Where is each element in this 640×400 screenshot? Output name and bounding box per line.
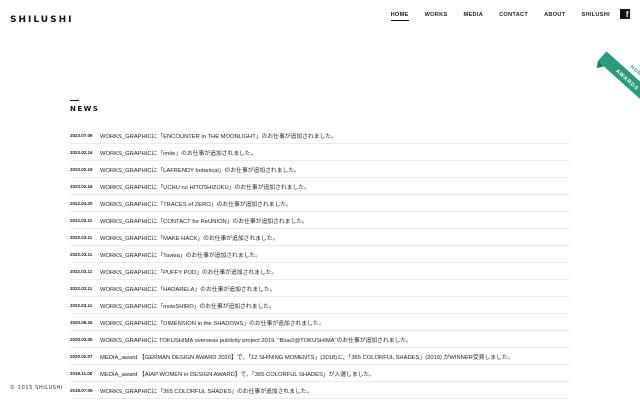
news-item[interactable]: 2022.03.11 WORKS_GRAPHICに「PUFFY POD」のお仕事が… (70, 263, 570, 280)
news-item[interactable]: 2023.02.16 WORKS_GRAPHICに「imite」のお仕事が追加され… (70, 144, 570, 161)
news-date: 2022.04.20 (70, 200, 93, 206)
news-item[interactable]: 2022.03.11 WORKS_GRAPHICに「Taviea」のお仕事が追加さ… (70, 246, 570, 263)
news-text: WORKS_GRAPHICに「UCHU no HITOSHIZUKU」のお仕事が… (100, 184, 310, 191)
news-item[interactable]: 2022.03.11 WORKS_GRAPHICに「HADARELA」のお仕事が追… (70, 280, 570, 297)
news-item[interactable]: 2020.02.07 MEDIA_award 【GERMAN DESIGN AWA… (70, 348, 570, 365)
news-text: WORKS_GRAPHICに「imite」のお仕事が追加されました。 (100, 150, 257, 157)
news-date: 2022.03.11 (70, 285, 93, 291)
news-text: WORKS_GRAPHICに「TRACES of ZERO」のお仕事が追加されま… (100, 201, 292, 208)
nav-item-shilushi[interactable]: SHILUSHI (581, 12, 610, 21)
news-item[interactable]: 2019.07.09 WORKS_GRAPHICに「365 COLORFUL SH… (70, 382, 570, 399)
news-text: WORKS_GRAPHICに「ENCOUNTER in THE MOONLIGH… (100, 133, 337, 140)
ribbon-band (597, 51, 640, 108)
news-item[interactable]: 2022.04.20 WORKS_GRAPHICに「TRACES of ZERO」… (70, 195, 570, 212)
news-date: 2020.02.07 (70, 353, 93, 359)
news-text: MEDIA_award 【AIAP WOMEN in DESIGN AWARD】… (100, 371, 376, 378)
news-text: MEDIA_award 【GERMAN DESIGN AWARD 2020】で、… (100, 354, 514, 361)
news-date: 2023.02.16 (70, 166, 93, 172)
news-text: WORKS_GRAPHICに「mowSHIRO」のお仕事が追加されました。 (100, 303, 275, 310)
news-text: WORKS_GRAPHICに「HADARELA」のお仕事が追加されました。 (100, 286, 276, 293)
news-text: WORKS_GRAPHICに「PUFFY POD」のお仕事が追加されました。 (100, 269, 278, 276)
news-date: 2022.03.11 (70, 268, 93, 274)
site-logo[interactable]: SHILUSHI (10, 15, 73, 25)
nav-item-media[interactable]: MEDIA (464, 12, 484, 21)
news-item[interactable]: 2023.02.16 WORKS_GRAPHICに「LAFRENDY botani… (70, 161, 570, 178)
nav-item-about[interactable]: ABOUT (544, 12, 565, 21)
news-date: 2022.03.11 (70, 234, 93, 240)
news-text: WORKS_GRAPHICに「Taviea」のお仕事が追加されました。 (100, 252, 262, 259)
news-item[interactable]: 2023.07.06 WORKS_GRAPHICに「ENCOUNTER in TH… (70, 127, 570, 144)
main-navigation: HOME WORKS MEDIA CONTACT ABOUT SHILUSHI (375, 12, 610, 21)
copyright: © 2015 SHILUSHI (10, 385, 63, 391)
news-date: 2019.07.09 (70, 387, 93, 393)
news-date: 2019.11.08 (70, 370, 93, 376)
nav-item-home[interactable]: HOME (390, 12, 409, 21)
news-item[interactable]: 2020.03.05 WORKS_GRAPHICに TOKUSHIMA overs… (70, 331, 570, 348)
news-text: WORKS_GRAPHICに「365 COLORFUL SHADES」のお仕事が… (100, 388, 313, 395)
news-date: 2022.03.11 (70, 251, 93, 257)
news-date: 2023.02.16 (70, 183, 93, 189)
news-date: 2020.06.26 (70, 319, 93, 325)
news-item[interactable]: 2023.02.16 WORKS_GRAPHICに「UCHU no HITOSHI… (70, 178, 570, 195)
news-date: 2020.03.05 (70, 336, 93, 342)
news-date: 2023.07.06 (70, 132, 93, 138)
news-date: 2022.03.11 (70, 302, 93, 308)
news-item[interactable]: 2022.03.11 WORKS_GRAPHICに「MAKE HACK」のお仕事が… (70, 229, 570, 246)
news-list: 2023.07.06 WORKS_GRAPHICに「ENCOUNTER in TH… (70, 127, 570, 399)
news-item[interactable]: 2020.06.26 WORKS_GRAPHICに「DIMENSION in th… (70, 314, 570, 331)
honors-awards-ribbon[interactable]: HONORS AWARDS (592, 40, 640, 112)
news-text: WORKS_GRAPHICに「CONTACT for ReUNION」のお仕事が… (100, 218, 308, 225)
news-item[interactable]: 2022.03.11 WORKS_GRAPHICに「CONTACT for ReU… (70, 212, 570, 229)
nav-item-works[interactable]: WORKS (425, 12, 448, 21)
news-text: WORKS_GRAPHICに「LAFRENDY botanical」のお仕事が追… (100, 167, 300, 174)
news-text: WORKS_GRAPHICに「MAKE HACK」のお仕事が追加されました。 (100, 235, 279, 242)
news-text: WORKS_GRAPHICに「DIMENSION in the SHADOWS」… (100, 320, 325, 327)
news-date: 2023.02.16 (70, 149, 93, 155)
facebook-icon[interactable]: f (620, 9, 630, 19)
news-item[interactable]: 2022.03.11 WORKS_GRAPHICに「mowSHIRO」のお仕事が追… (70, 297, 570, 314)
news-item[interactable]: 2019.11.08 MEDIA_award 【AIAP WOMEN in DES… (70, 365, 570, 382)
news-text: WORKS_GRAPHICに TOKUSHIMA overseas public… (100, 337, 412, 344)
news-title-accent (70, 100, 79, 101)
news-title: NEWS (70, 105, 100, 113)
news-date: 2022.03.11 (70, 217, 93, 223)
nav-item-contact[interactable]: CONTACT (499, 12, 528, 21)
